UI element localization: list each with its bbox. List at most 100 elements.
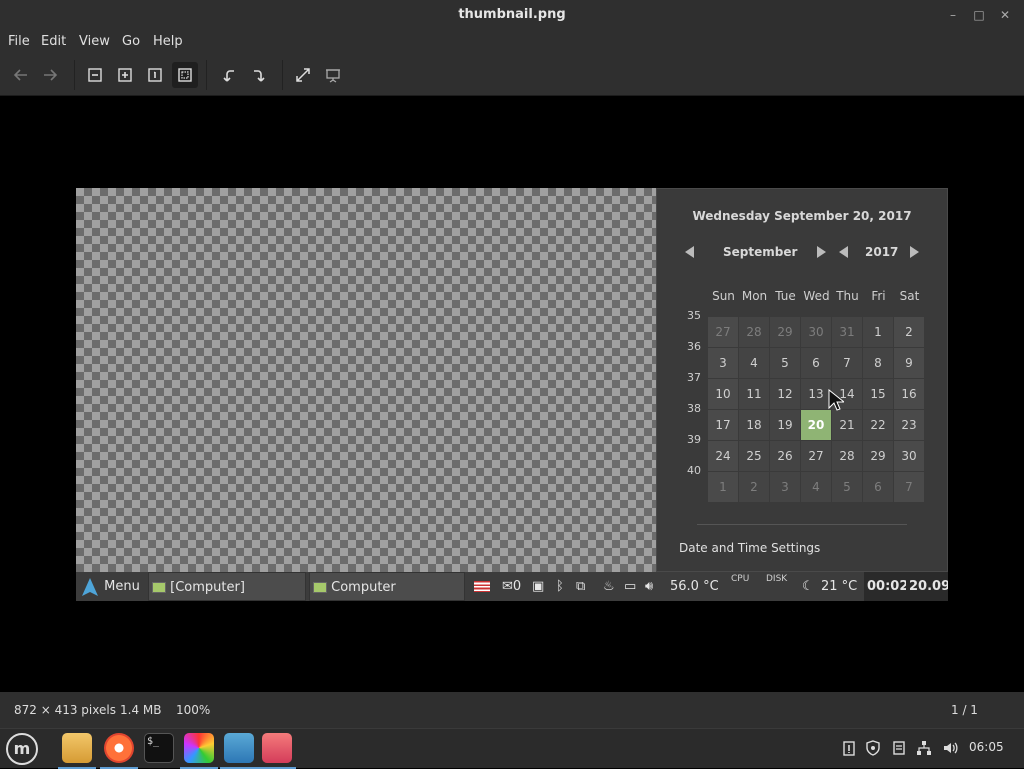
calendar-day: 2 bbox=[894, 317, 924, 347]
displayed-image: Wednesday September 20, 2017 September 2… bbox=[76, 188, 948, 601]
notes-icon[interactable] bbox=[890, 739, 908, 757]
calendar-day: 4 bbox=[801, 472, 831, 502]
cpu-temperature: 56.0 °C bbox=[670, 579, 719, 594]
week-number: 39 bbox=[687, 433, 701, 446]
mint-menu-icon[interactable]: m bbox=[6, 733, 38, 765]
menu-help[interactable]: Help bbox=[153, 34, 183, 49]
update-manager-icon[interactable] bbox=[220, 733, 258, 769]
toolbar-separator bbox=[206, 60, 207, 90]
prev-month-icon bbox=[685, 246, 694, 258]
rotate-left-icon[interactable] bbox=[216, 62, 242, 88]
week-number: 35 bbox=[687, 309, 701, 322]
calendar-day: 30 bbox=[801, 317, 831, 347]
battery-icon: ▭ bbox=[624, 579, 637, 594]
calendar-day: 30 bbox=[894, 441, 924, 471]
calendar-day: 29 bbox=[863, 441, 893, 471]
flag-icon bbox=[474, 572, 490, 601]
panel-time: 00:02 bbox=[864, 572, 912, 601]
calendar-day: 5 bbox=[832, 472, 862, 502]
prev-year-icon bbox=[839, 246, 848, 258]
calendar-day: 6 bbox=[863, 472, 893, 502]
drawing-icon[interactable] bbox=[180, 733, 218, 769]
volume-icon: 🔊︎ bbox=[645, 579, 654, 594]
screenshot-panel: Menu [Computer] Computer ✉0 ▣ ᛒ ⧉ ♨ ▭ 🔊︎… bbox=[76, 572, 948, 601]
clipboard-icon[interactable] bbox=[840, 739, 858, 757]
calendar-day: 16 bbox=[894, 379, 924, 409]
rotate-right-icon[interactable] bbox=[246, 62, 272, 88]
calendar-day: 24 bbox=[708, 441, 738, 471]
calendar-day: 1 bbox=[863, 317, 893, 347]
week-number: 36 bbox=[687, 340, 701, 353]
calendar-day: 26 bbox=[770, 441, 800, 471]
taskbar-clock[interactable]: 06:05 bbox=[969, 740, 1004, 754]
calendar-day: 9 bbox=[894, 348, 924, 378]
calendar-date-heading: Wednesday September 20, 2017 bbox=[692, 209, 912, 223]
slideshow-icon[interactable] bbox=[320, 62, 346, 88]
calendar-day: 7 bbox=[894, 472, 924, 502]
zoom-in-icon[interactable] bbox=[112, 62, 138, 88]
menu-file[interactable]: File bbox=[8, 34, 30, 49]
weekday-label: Thu bbox=[836, 289, 859, 303]
folder-icon bbox=[152, 582, 166, 593]
calendar-day: 2 bbox=[739, 472, 769, 502]
calendar-day: 1 bbox=[708, 472, 738, 502]
toolbar bbox=[0, 54, 1024, 96]
shield-icon[interactable] bbox=[864, 739, 882, 757]
minimize-button[interactable]: – bbox=[944, 6, 962, 24]
calendar-year: 2017 bbox=[865, 245, 899, 259]
panel-task-label: Computer bbox=[331, 580, 396, 595]
zoom-out-icon[interactable] bbox=[82, 62, 108, 88]
mail-count: 0 bbox=[512, 579, 522, 594]
zoom-fit-icon[interactable] bbox=[172, 62, 198, 88]
calendar-day: 27 bbox=[801, 441, 831, 471]
image-viewer-window: thumbnail.png – □ ✕ File Edit View Go He… bbox=[0, 0, 1024, 728]
zoom-level: 100% bbox=[176, 703, 211, 717]
panel-task-computer-bracket: [Computer] bbox=[148, 572, 306, 601]
calendar-month: September bbox=[723, 245, 798, 259]
date-time-settings-link: Date and Time Settings bbox=[679, 541, 821, 555]
calendar-day: 28 bbox=[832, 441, 862, 471]
calendar-day: 28 bbox=[739, 317, 769, 347]
calendar-separator bbox=[697, 524, 907, 525]
calendar-day: 6 bbox=[801, 348, 831, 378]
toolbar-separator bbox=[74, 60, 75, 90]
calendar-day: 31 bbox=[832, 317, 862, 347]
status-bar: 872 × 413 pixels 1.4 MB 100% 1 / 1 bbox=[0, 692, 1024, 728]
menu-go[interactable]: Go bbox=[122, 34, 140, 49]
fullscreen-icon[interactable] bbox=[290, 62, 316, 88]
maximize-button[interactable]: □ bbox=[970, 6, 988, 24]
image-viewer-icon[interactable] bbox=[258, 733, 296, 769]
menu-view[interactable]: View bbox=[79, 34, 110, 49]
desktop-taskbar: m $_ 06:05 bbox=[0, 728, 1024, 769]
window-title: thumbnail.png bbox=[458, 7, 566, 22]
mouse-cursor-icon bbox=[828, 389, 844, 411]
calendar-day: 29 bbox=[770, 317, 800, 347]
calendar-day: 13 bbox=[801, 379, 831, 409]
volume-icon[interactable] bbox=[941, 739, 959, 757]
zoom-normal-icon[interactable] bbox=[142, 62, 168, 88]
toolbar-separator bbox=[282, 60, 283, 90]
menu-edit[interactable]: Edit bbox=[41, 34, 66, 49]
calendar-popup: Wednesday September 20, 2017 September 2… bbox=[656, 188, 948, 572]
calendar-day: 23 bbox=[894, 410, 924, 440]
firefox-icon[interactable] bbox=[100, 733, 138, 769]
panel-task-label: [Computer] bbox=[170, 580, 245, 595]
calendar-day: 12 bbox=[770, 379, 800, 409]
calendar-day: 22 bbox=[863, 410, 893, 440]
network-icon[interactable] bbox=[915, 739, 933, 757]
close-button[interactable]: ✕ bbox=[996, 6, 1014, 24]
files-icon[interactable] bbox=[58, 733, 96, 769]
next-month-icon bbox=[817, 246, 826, 258]
week-number: 40 bbox=[687, 464, 701, 477]
next-year-icon bbox=[910, 246, 919, 258]
weekday-label: Sun bbox=[712, 289, 735, 303]
calendar-day: 5 bbox=[770, 348, 800, 378]
disk-graph-label: DISK bbox=[766, 574, 788, 584]
title-bar[interactable]: thumbnail.png – □ ✕ bbox=[0, 0, 1024, 30]
back-arrow-icon[interactable] bbox=[8, 62, 34, 88]
forward-arrow-icon[interactable] bbox=[37, 62, 63, 88]
terminal-icon[interactable]: $_ bbox=[144, 733, 174, 763]
image-canvas[interactable]: Wednesday September 20, 2017 September 2… bbox=[0, 97, 1024, 692]
calendar-day: 21 bbox=[832, 410, 862, 440]
hard-disk-icon: ▣ bbox=[532, 579, 545, 594]
